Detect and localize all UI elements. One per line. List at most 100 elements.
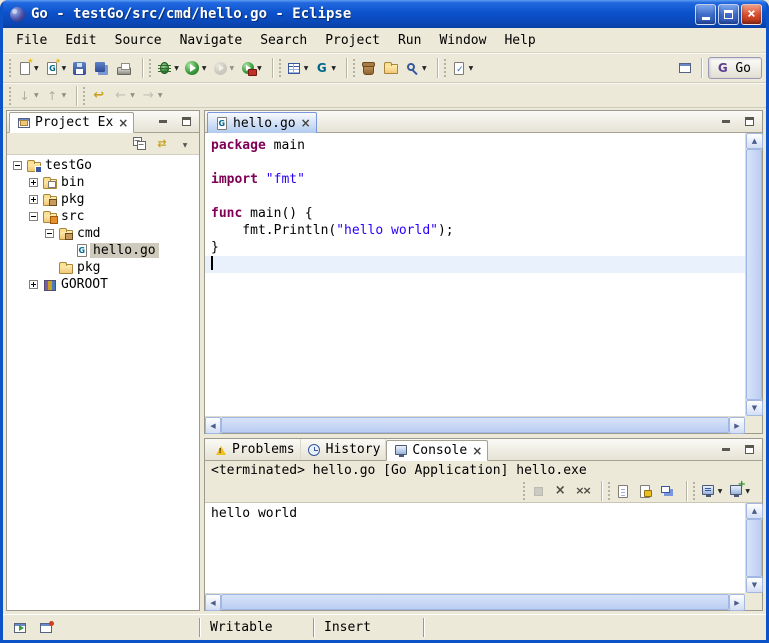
dropdown-arrow-icon[interactable]: ▼ bbox=[304, 65, 309, 72]
minimize-button[interactable] bbox=[695, 4, 716, 25]
new-wizard-button[interactable]: ▼ bbox=[14, 56, 41, 80]
dropdown-arrow-icon[interactable]: ▼ bbox=[469, 65, 474, 72]
clear-console-button[interactable] bbox=[613, 479, 634, 503]
open-type-button[interactable] bbox=[358, 56, 379, 80]
menu-window[interactable]: Window bbox=[430, 30, 495, 51]
menu-file[interactable]: File bbox=[7, 30, 56, 51]
scroll-up-icon[interactable]: ▲ bbox=[746, 503, 763, 519]
minimize-view-button[interactable] bbox=[717, 441, 735, 459]
back-button[interactable]: ▼ bbox=[110, 84, 137, 108]
scroll-right-icon[interactable]: ▶ bbox=[729, 594, 745, 611]
dropdown-arrow-icon[interactable]: ▼ bbox=[62, 92, 67, 99]
menu-source[interactable]: Source bbox=[106, 30, 171, 51]
expand-icon[interactable] bbox=[29, 178, 38, 187]
dropdown-arrow-icon[interactable]: ▼ bbox=[158, 92, 163, 99]
scroll-up-icon[interactable]: ▲ bbox=[746, 133, 763, 149]
forward-button[interactable]: ▼ bbox=[138, 84, 165, 108]
profile-button[interactable]: ▼ bbox=[210, 56, 237, 80]
menu-project[interactable]: Project bbox=[316, 30, 389, 51]
dropdown-arrow-icon[interactable]: ▼ bbox=[130, 92, 135, 99]
collapse-icon[interactable] bbox=[13, 161, 22, 170]
close-tab-icon[interactable]: × bbox=[118, 116, 128, 130]
scroll-right-icon[interactable]: ▶ bbox=[729, 417, 745, 434]
new-go-element-button[interactable]: ▼ bbox=[42, 56, 69, 80]
menu-help[interactable]: Help bbox=[495, 30, 544, 51]
console-vertical-scrollbar[interactable]: ▲ ▼ bbox=[745, 503, 762, 593]
maximize-view-button[interactable] bbox=[740, 441, 758, 459]
dropdown-arrow-icon[interactable]: ▼ bbox=[718, 488, 723, 495]
progress-indicator-button[interactable] bbox=[37, 619, 55, 637]
tree-item-hello-go[interactable]: hello.go bbox=[7, 242, 199, 259]
dropdown-arrow-icon[interactable]: ▼ bbox=[34, 92, 39, 99]
menu-search[interactable]: Search bbox=[251, 30, 316, 51]
save-all-button[interactable] bbox=[91, 56, 112, 80]
scrollbar-thumb[interactable] bbox=[221, 417, 729, 433]
go-element-button[interactable]: ▼ bbox=[311, 56, 338, 80]
editor-vertical-scrollbar[interactable]: ▲ ▼ bbox=[745, 133, 762, 416]
previous-annotation-button[interactable]: ▼ bbox=[42, 84, 69, 108]
terminate-button[interactable] bbox=[528, 479, 549, 503]
print-button[interactable] bbox=[113, 56, 134, 80]
new-go-program-button[interactable]: ▼ bbox=[284, 56, 311, 80]
tree-item-testgo[interactable]: testGo bbox=[7, 157, 199, 174]
maximize-button[interactable] bbox=[718, 4, 739, 25]
tree-item-src[interactable]: src bbox=[7, 208, 199, 225]
scrollbar-thumb[interactable] bbox=[746, 149, 762, 400]
menu-edit[interactable]: Edit bbox=[56, 30, 105, 51]
pin-console-button[interactable] bbox=[657, 479, 678, 503]
open-console-button[interactable]: ▼ bbox=[725, 479, 752, 503]
dropdown-arrow-icon[interactable]: ▼ bbox=[174, 65, 179, 72]
dropdown-arrow-icon[interactable]: ▼ bbox=[422, 65, 427, 72]
dropdown-arrow-icon[interactable]: ▼ bbox=[34, 65, 39, 72]
close-button[interactable]: × bbox=[741, 4, 762, 25]
maximize-view-button[interactable] bbox=[177, 113, 195, 131]
collapse-icon[interactable] bbox=[45, 229, 54, 238]
minimize-view-button[interactable] bbox=[717, 113, 735, 131]
view-menu-button[interactable] bbox=[176, 135, 194, 153]
tab-history[interactable]: History bbox=[301, 439, 387, 460]
titlebar[interactable]: Go - testGo/src/cmd/hello.go - Eclipse × bbox=[3, 0, 766, 28]
external-tools-button[interactable]: ▼ bbox=[237, 56, 264, 80]
tab-problems[interactable]: Problems bbox=[207, 439, 301, 460]
menu-run[interactable]: Run bbox=[389, 30, 430, 51]
scrollbar-thumb[interactable] bbox=[746, 519, 762, 577]
minimize-view-button[interactable] bbox=[154, 113, 172, 131]
editor-tab-hello-go[interactable]: hello.go × bbox=[207, 112, 317, 133]
tab-console[interactable]: Console× bbox=[386, 440, 488, 461]
remove-all-launches-button[interactable] bbox=[572, 479, 593, 503]
debug-button[interactable]: ▼ bbox=[154, 56, 181, 80]
console-output[interactable]: hello world bbox=[205, 503, 745, 593]
tree-item-bin[interactable]: bin bbox=[7, 174, 199, 191]
display-selected-console-button[interactable]: ▼ bbox=[698, 479, 725, 503]
scroll-down-icon[interactable]: ▼ bbox=[746, 400, 763, 416]
dropdown-arrow-icon[interactable]: ▼ bbox=[62, 65, 67, 72]
expand-icon[interactable] bbox=[29, 280, 38, 289]
console-horizontal-scrollbar[interactable]: ◀ ▶ bbox=[205, 593, 745, 610]
scroll-left-icon[interactable]: ◀ bbox=[205, 417, 221, 434]
scroll-lock-button[interactable] bbox=[635, 479, 656, 503]
dropdown-arrow-icon[interactable]: ▼ bbox=[230, 65, 235, 72]
scrollbar-thumb[interactable] bbox=[221, 594, 729, 610]
close-tab-icon[interactable]: × bbox=[301, 116, 311, 130]
perspective-go-button[interactable]: Go bbox=[708, 57, 762, 79]
dropdown-arrow-icon[interactable]: ▼ bbox=[257, 65, 262, 72]
scroll-down-icon[interactable]: ▼ bbox=[746, 577, 763, 593]
menu-navigate[interactable]: Navigate bbox=[171, 30, 252, 51]
editor-horizontal-scrollbar[interactable]: ◀ ▶ bbox=[205, 416, 745, 433]
run-button[interactable]: ▼ bbox=[182, 56, 209, 80]
open-perspective-button[interactable] bbox=[674, 56, 695, 80]
remove-launch-button[interactable] bbox=[550, 479, 571, 503]
maximize-view-button[interactable] bbox=[740, 113, 758, 131]
last-edit-location-button[interactable] bbox=[88, 84, 109, 108]
close-tab-icon[interactable]: × bbox=[472, 444, 482, 458]
collapse-all-button[interactable] bbox=[130, 135, 148, 153]
save-button[interactable] bbox=[69, 56, 90, 80]
tree-item-goroot[interactable]: GOROOT bbox=[7, 276, 199, 293]
tree-item-pkg[interactable]: pkg bbox=[7, 259, 199, 276]
tree-item-cmd[interactable]: cmd bbox=[7, 225, 199, 242]
tab-project-explorer[interactable]: Project Ex × bbox=[9, 112, 134, 133]
fast-view-bar-button[interactable] bbox=[11, 619, 29, 637]
open-resource-button[interactable] bbox=[380, 56, 401, 80]
expand-icon[interactable] bbox=[29, 195, 38, 204]
search-button[interactable]: ▼ bbox=[402, 56, 429, 80]
